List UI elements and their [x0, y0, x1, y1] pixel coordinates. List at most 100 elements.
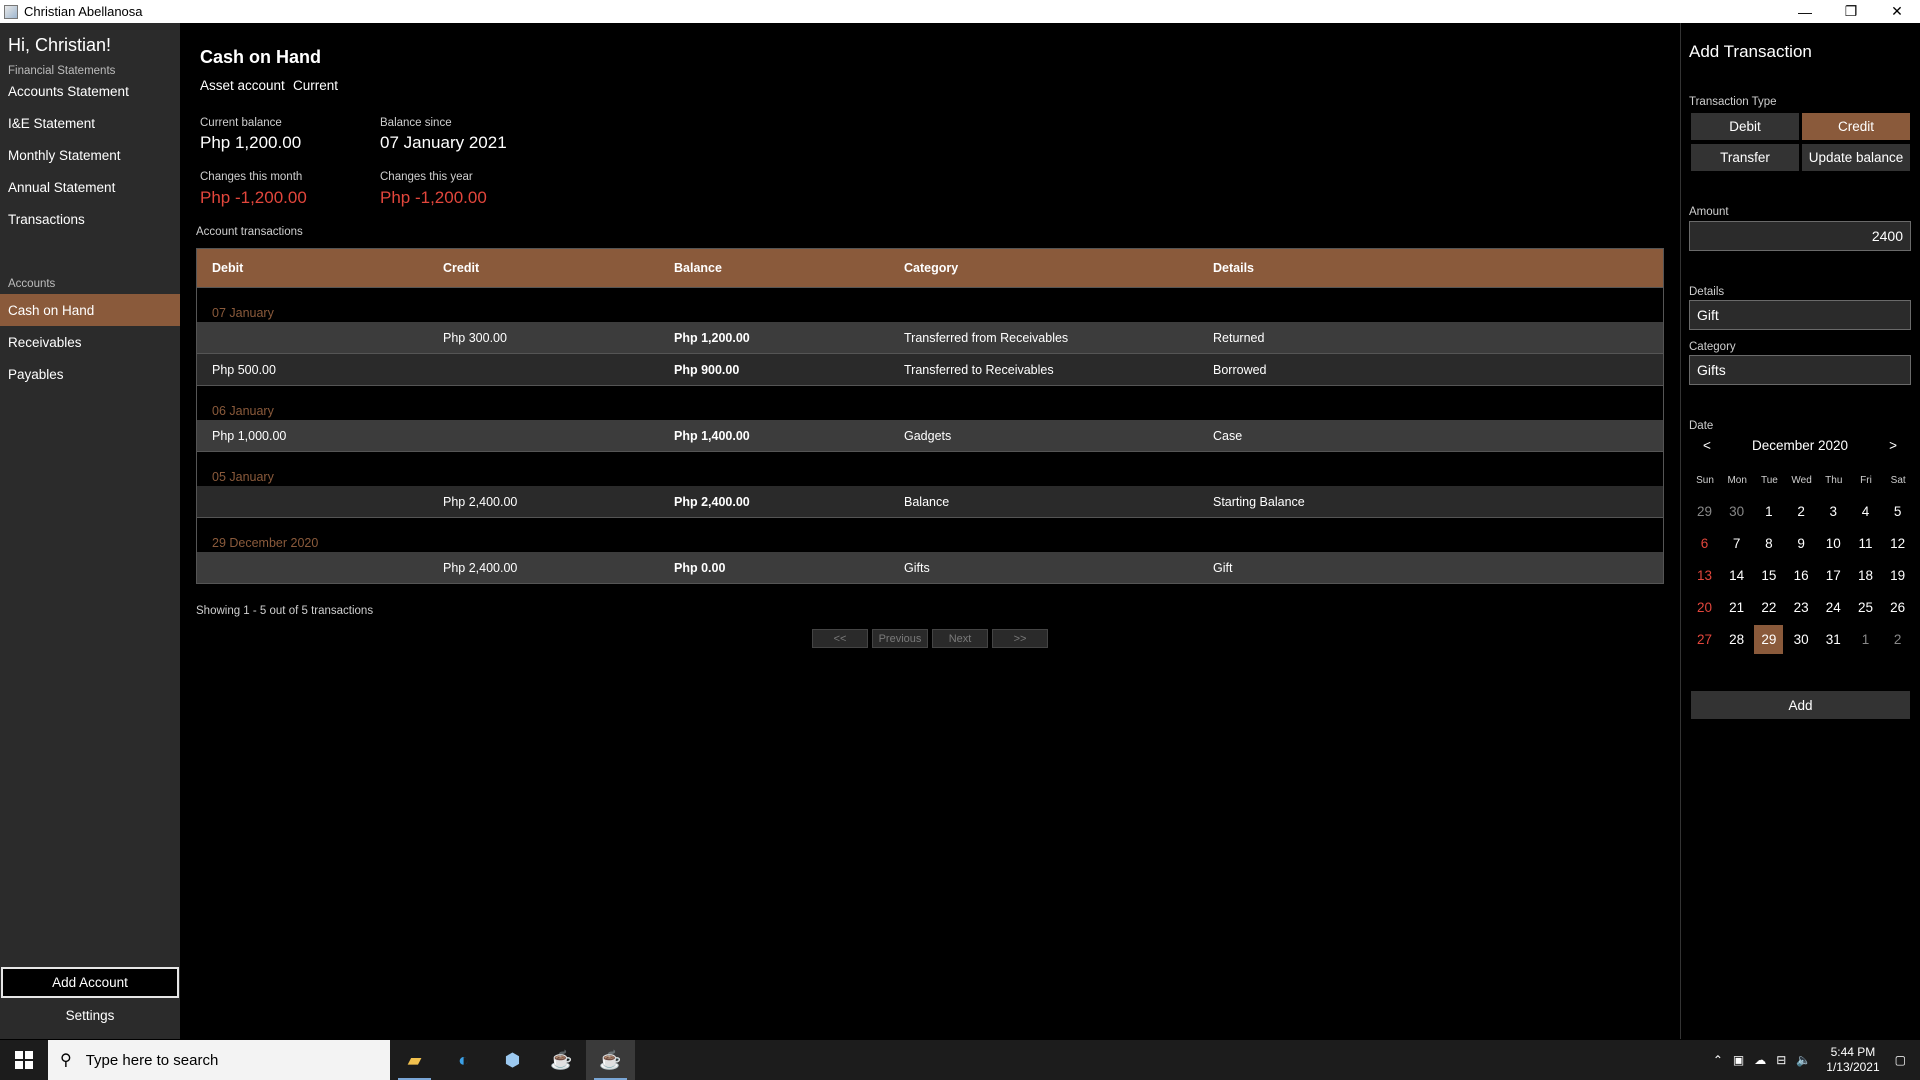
calendar-day[interactable]: 17	[1819, 561, 1848, 590]
close-button[interactable]: ✕	[1874, 0, 1920, 23]
minimize-button[interactable]: —	[1782, 0, 1828, 23]
chevron-up-icon[interactable]: ⌃	[1713, 1053, 1723, 1067]
calendar-day[interactable]: 13	[1690, 561, 1719, 590]
next-page-button[interactable]: Next	[932, 629, 988, 648]
type-update-balance-button[interactable]: Update balance	[1802, 144, 1910, 171]
type-transfer-button[interactable]: Transfer	[1691, 144, 1799, 171]
calendar-day[interactable]: 26	[1883, 593, 1912, 622]
type-credit-button[interactable]: Credit	[1802, 113, 1910, 140]
calendar-day[interactable]: 27	[1690, 625, 1719, 654]
taskbar-search[interactable]: ⚲ Type here to search	[48, 1040, 390, 1080]
details-cell: Case	[1213, 428, 1243, 443]
box-icon[interactable]: ⬢	[488, 1040, 537, 1080]
sidebar-item-annual-statement[interactable]: Annual Statement	[0, 171, 180, 203]
restore-button[interactable]: ❐	[1828, 0, 1874, 23]
calendar-day[interactable]: 29	[1754, 625, 1784, 654]
group-date: 05 January	[212, 470, 274, 484]
start-button[interactable]	[0, 1040, 48, 1080]
calendar-day[interactable]: 23	[1787, 593, 1816, 622]
calendar-day[interactable]: 25	[1851, 593, 1880, 622]
greeting: Hi, Christian!	[8, 35, 112, 55]
calendar-day[interactable]: 9	[1787, 529, 1816, 558]
file-explorer-icon[interactable]: ▰	[390, 1040, 439, 1080]
changes-year-value: Php -1,200.00	[380, 188, 487, 207]
settings-button[interactable]: Settings	[0, 999, 180, 1031]
group-date: 29 December 2020	[212, 536, 319, 550]
meet-icon[interactable]: ▣	[1733, 1053, 1744, 1067]
table-row[interactable]: Php 2,400.00 Php 0.00 Gifts Gift	[196, 552, 1664, 584]
windows-icon	[15, 1051, 33, 1069]
calendar-day[interactable]: 12	[1883, 529, 1912, 558]
first-page-button[interactable]: <<	[812, 629, 868, 648]
calendar-day[interactable]: 1	[1851, 625, 1880, 654]
last-page-button[interactable]: >>	[992, 629, 1048, 648]
calendar-day[interactable]: 30	[1787, 625, 1816, 654]
calendar-day[interactable]: 20	[1690, 593, 1719, 622]
previous-page-button[interactable]: Previous	[872, 629, 928, 648]
calendar-day[interactable]: 24	[1819, 593, 1848, 622]
calendar-day[interactable]: 5	[1883, 497, 1912, 526]
calendar-day[interactable]: 29	[1690, 497, 1719, 526]
table-row[interactable]: Php 500.00 Php 900.00 Transferred to Rec…	[196, 354, 1664, 386]
balance-cell: Php 900.00	[674, 362, 740, 377]
table-row[interactable]: Php 2,400.00 Php 2,400.00 Balance Starti…	[196, 486, 1664, 518]
clock[interactable]: 5:44 PM 1/13/2021	[1826, 1045, 1879, 1075]
column-header-balance[interactable]: Balance	[674, 261, 722, 275]
calendar-day[interactable]: 8	[1754, 529, 1783, 558]
notifications-icon[interactable]: ▢	[1895, 1053, 1906, 1067]
cloud-icon[interactable]: ☁	[1754, 1053, 1766, 1067]
calendar-day[interactable]: 1	[1754, 497, 1783, 526]
calendar-next-button[interactable]: >	[1889, 438, 1897, 453]
calendar-day[interactable]: 11	[1851, 529, 1880, 558]
calendar-day[interactable]: 30	[1722, 497, 1751, 526]
type-debit-button[interactable]: Debit	[1691, 113, 1799, 140]
calendar-day[interactable]: 15	[1754, 561, 1783, 590]
calendar-day[interactable]: 22	[1754, 593, 1783, 622]
calendar-day[interactable]: 3	[1819, 497, 1848, 526]
sidebar-item-transactions[interactable]: Transactions	[0, 203, 180, 235]
clock-date: 1/13/2021	[1826, 1060, 1880, 1074]
sidebar-item-cash-on-hand[interactable]: Cash on Hand	[0, 294, 180, 326]
table-row[interactable]: Php 1,000.00 Php 1,400.00 Gadgets Case	[196, 420, 1664, 452]
calendar-day[interactable]: 10	[1819, 529, 1848, 558]
sidebar-item-receivables[interactable]: Receivables	[0, 326, 180, 358]
java-icon[interactable]: ☕	[537, 1040, 586, 1080]
calendar-day[interactable]: 31	[1819, 625, 1848, 654]
add-account-button[interactable]: Add Account	[1, 967, 179, 998]
calendar-day[interactable]: 7	[1722, 529, 1751, 558]
amount-field[interactable]: 2400	[1689, 221, 1911, 251]
column-header-details[interactable]: Details	[1213, 261, 1254, 275]
credit-cell: Php 2,400.00	[443, 494, 518, 509]
calendar-day[interactable]: 21	[1722, 593, 1751, 622]
add-transaction-button[interactable]: Add	[1691, 691, 1910, 719]
sidebar-item-payables[interactable]: Payables	[0, 358, 180, 390]
calendar-day[interactable]: 28	[1722, 625, 1751, 654]
calendar-day[interactable]: 19	[1883, 561, 1912, 590]
network-icon[interactable]: ⊟	[1776, 1053, 1786, 1067]
column-header-debit[interactable]: Debit	[212, 261, 243, 275]
changes-month-value: Php -1,200.00	[200, 188, 307, 207]
window-titlebar: Christian Abellanosa — ❐ ✕	[0, 0, 1920, 23]
details-field[interactable]: Gift	[1689, 300, 1911, 330]
balance-cell: Php 1,200.00	[674, 330, 750, 345]
calendar-day[interactable]: 16	[1787, 561, 1816, 590]
column-header-category[interactable]: Category	[904, 261, 958, 275]
java-icon[interactable]: ☕	[586, 1040, 635, 1080]
calendar-dow-label: Fri	[1860, 475, 1872, 486]
changes-year-label: Changes this year	[380, 171, 473, 183]
calendar-day[interactable]: 2	[1787, 497, 1816, 526]
calendar-day[interactable]: 2	[1883, 625, 1912, 654]
edge-icon[interactable]: ◐	[439, 1040, 488, 1080]
volume-icon[interactable]: 🔈	[1796, 1053, 1811, 1067]
calendar-day[interactable]: 4	[1851, 497, 1880, 526]
category-field[interactable]: Gifts	[1689, 355, 1911, 385]
calendar-day[interactable]: 14	[1722, 561, 1751, 590]
table-row[interactable]: Php 300.00 Php 1,200.00 Transferred from…	[196, 322, 1664, 354]
sidebar-item-ie-statement[interactable]: I&E Statement	[0, 107, 180, 139]
sidebar-item-monthly-statement[interactable]: Monthly Statement	[0, 139, 180, 171]
search-icon: ⚲	[60, 1052, 72, 1069]
calendar-day[interactable]: 18	[1851, 561, 1880, 590]
column-header-credit[interactable]: Credit	[443, 261, 479, 275]
calendar-day[interactable]: 6	[1690, 529, 1719, 558]
sidebar-item-accounts-statement[interactable]: Accounts Statement	[0, 75, 180, 107]
